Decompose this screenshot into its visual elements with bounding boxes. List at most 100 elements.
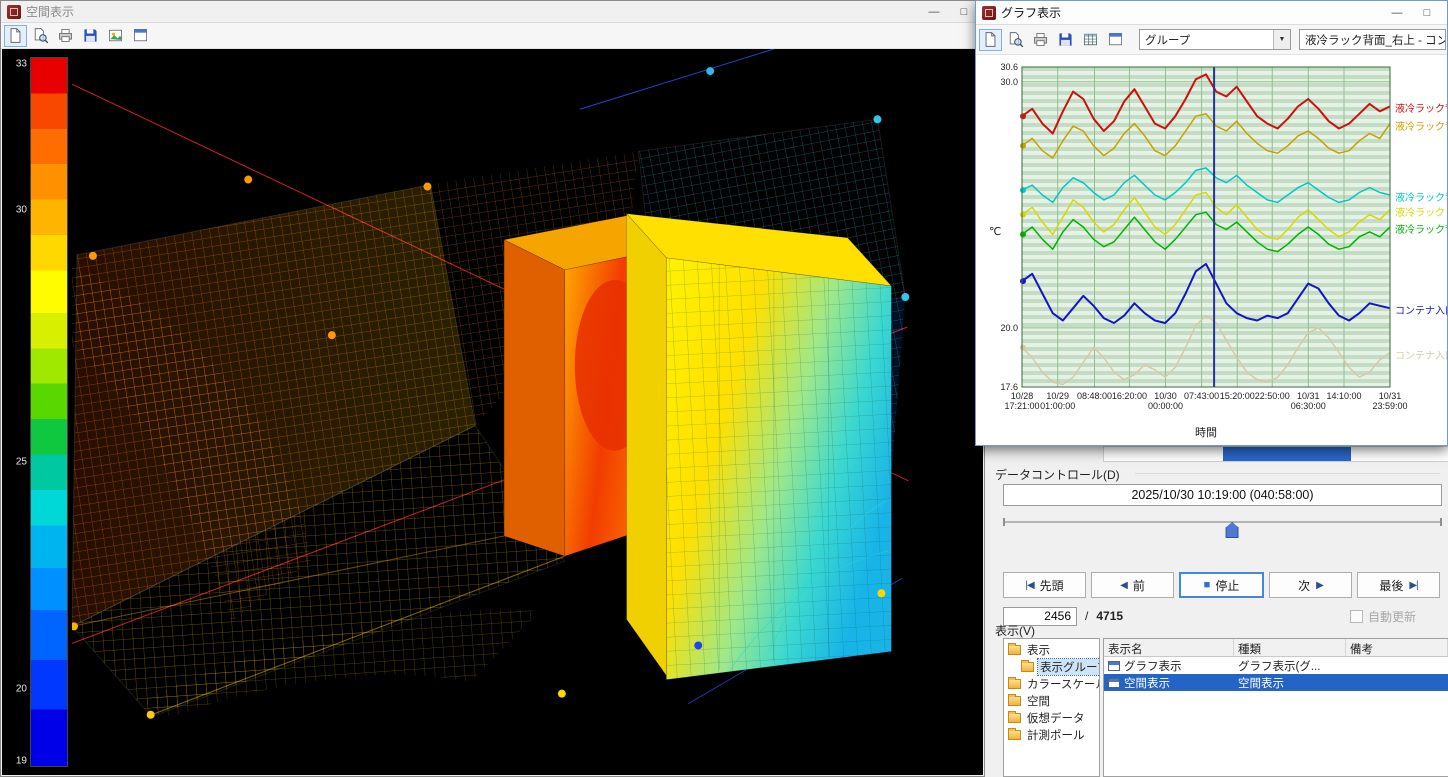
tree-item[interactable]: 表示グループ xyxy=(1004,658,1099,675)
new-view-button[interactable] xyxy=(4,25,27,47)
stop-button[interactable]: ■ 停止 xyxy=(1179,572,1264,598)
table-row[interactable]: グラフ表示グラフ表示(グ... xyxy=(1104,657,1448,674)
data-control-label: データコントロール(D) xyxy=(995,466,1120,483)
svg-text:10/31: 10/31 xyxy=(1379,391,1402,401)
counter-separator: / xyxy=(1085,609,1088,623)
graph-window-title: グラフ表示 xyxy=(1001,4,1061,21)
svg-text:17:21:00: 17:21:00 xyxy=(1004,401,1039,411)
display-panel-label: 表示(V) xyxy=(995,622,1035,639)
svg-text:30.0: 30.0 xyxy=(1000,77,1018,87)
svg-text:23:59:00: 23:59:00 xyxy=(1372,401,1407,411)
tree-item-label: 計測ポール xyxy=(1025,727,1087,743)
panel-icon xyxy=(132,27,149,44)
image-export-button[interactable] xyxy=(104,25,127,47)
page-zoom-icon xyxy=(32,27,49,44)
table-row[interactable]: 空間表示空間表示 xyxy=(1104,674,1448,691)
svg-text:08:48:00: 08:48:00 xyxy=(1077,391,1112,401)
minimize-icon[interactable]: — xyxy=(1383,4,1411,22)
svg-text:20.0: 20.0 xyxy=(1000,323,1018,333)
floppy-icon xyxy=(1057,31,1074,48)
table-cell: 空間表示 xyxy=(1104,675,1234,691)
spatial-titlebar[interactable]: 空間表示 — □ xyxy=(1,1,984,23)
maximize-icon[interactable]: □ xyxy=(950,3,978,21)
print-preview-button[interactable] xyxy=(29,25,52,47)
slider-track xyxy=(1003,521,1442,523)
column-header[interactable]: 表示名 xyxy=(1104,639,1234,656)
page-zoom-icon xyxy=(1007,31,1024,48)
frame-counter: / 4715 自動更新 xyxy=(1003,606,1440,626)
printer-icon xyxy=(57,27,74,44)
tree-item-label: カラースケール xyxy=(1025,676,1100,692)
folder-icon xyxy=(1008,713,1021,723)
window-icon xyxy=(1108,678,1120,688)
tree-item[interactable]: カラースケール xyxy=(1004,675,1099,692)
chevron-down-icon: ▼ xyxy=(1273,30,1290,49)
export-table-button[interactable] xyxy=(1079,29,1102,51)
column-header[interactable]: 備考 xyxy=(1346,639,1448,656)
page-icon xyxy=(982,31,999,48)
save-button[interactable] xyxy=(1054,29,1077,51)
group-rule xyxy=(1135,473,1440,474)
print-button[interactable] xyxy=(54,25,77,47)
folder-icon xyxy=(1008,696,1021,706)
table-cell: 空間表示 xyxy=(1234,675,1346,691)
svg-text:10/28: 10/28 xyxy=(1011,391,1034,401)
minimize-icon[interactable]: — xyxy=(920,3,948,21)
spatial-3d-view[interactable] xyxy=(72,49,983,775)
table-cell: グラフ表示 xyxy=(1104,658,1234,674)
last-button[interactable]: ▶| 最後 xyxy=(1357,572,1440,598)
new-view-button[interactable] xyxy=(979,29,1002,51)
auto-update-checkbox[interactable]: 自動更新 xyxy=(1350,608,1416,625)
x-axis-label: 時間 xyxy=(1022,424,1390,440)
graph-titlebar[interactable]: グラフ表示 — □ xyxy=(976,1,1447,25)
column-header[interactable]: 種類 xyxy=(1234,639,1346,656)
svg-text:10/30: 10/30 xyxy=(1154,391,1177,401)
time-slider[interactable] xyxy=(1003,512,1442,542)
first-icon: |◀ xyxy=(1025,580,1033,591)
timestamp-display: 2025/10/30 10:19:00 (040:58:00) xyxy=(1003,484,1442,506)
tree-item[interactable]: 仮想データ xyxy=(1004,709,1099,726)
obscured-window-strip xyxy=(985,446,1448,464)
print-button[interactable] xyxy=(1029,29,1052,51)
table-icon xyxy=(1082,31,1099,48)
graph-toolbar: グループ ▼ 液冷ラック背面_右上 - コンテナ入口側_ xyxy=(976,25,1447,55)
svg-text:30.6: 30.6 xyxy=(1000,62,1018,72)
folder-icon xyxy=(1008,645,1021,655)
right-panel: データコントロール(D) 2025/10/30 10:19:00 (040:58… xyxy=(985,446,1448,777)
panel-layout-button[interactable] xyxy=(129,25,152,47)
maximize-icon[interactable]: □ xyxy=(1413,4,1441,22)
window-icon xyxy=(1108,661,1120,671)
graph-window: グラフ表示 — □ グループ ▼ 液冷ラック背面_右上 - コンテナ入口側_ ℃… xyxy=(975,0,1448,446)
folder-icon xyxy=(1008,679,1021,689)
slider-thumb[interactable] xyxy=(1226,522,1239,538)
save-button[interactable] xyxy=(79,25,102,47)
checkbox-icon xyxy=(1350,610,1363,623)
color-scale: 33 30 25 20 19 xyxy=(8,57,70,767)
color-scale-bar xyxy=(30,57,68,767)
color-scale-max-label: 33 xyxy=(8,59,27,70)
panel-icon xyxy=(1107,31,1124,48)
print-preview-button[interactable] xyxy=(1004,29,1027,51)
next-button[interactable]: ▶ 次 xyxy=(1269,572,1352,598)
tree-item-label: 表示 xyxy=(1025,642,1052,658)
spatial-window-title: 空間表示 xyxy=(26,3,74,20)
group-combo[interactable]: グループ ▼ xyxy=(1139,29,1291,50)
tree-item[interactable]: 表示 xyxy=(1004,641,1099,658)
obscured-selection-fragment xyxy=(1223,447,1351,461)
tree-item-label: 仮想データ xyxy=(1025,710,1087,726)
svg-text:14:10:00: 14:10:00 xyxy=(1326,391,1361,401)
first-button[interactable]: |◀ 先頭 xyxy=(1003,572,1086,598)
previous-button[interactable]: ◀ 前 xyxy=(1091,572,1174,598)
tree-item-label: 表示グループ xyxy=(1038,659,1100,675)
tree-item[interactable]: 空間 xyxy=(1004,692,1099,709)
table-body: グラフ表示グラフ表示(グ...空間表示空間表示 xyxy=(1104,657,1448,691)
spatial-toolbar xyxy=(1,23,984,49)
series-combo[interactable]: 液冷ラック背面_右上 - コンテナ入口側_ xyxy=(1299,29,1446,50)
last-icon: ▶| xyxy=(1409,580,1417,591)
table-cell: グラフ表示(グ... xyxy=(1234,658,1346,674)
spatial-viewport: 33 30 25 20 19 xyxy=(2,49,983,775)
rack-cool xyxy=(627,214,892,680)
panel-layout-button[interactable] xyxy=(1104,29,1127,51)
temperature-chart[interactable]: 30.630.020.017.610/2817:21:0010/2901:00:… xyxy=(976,55,1447,446)
tree-item[interactable]: 計測ポール xyxy=(1004,726,1099,743)
